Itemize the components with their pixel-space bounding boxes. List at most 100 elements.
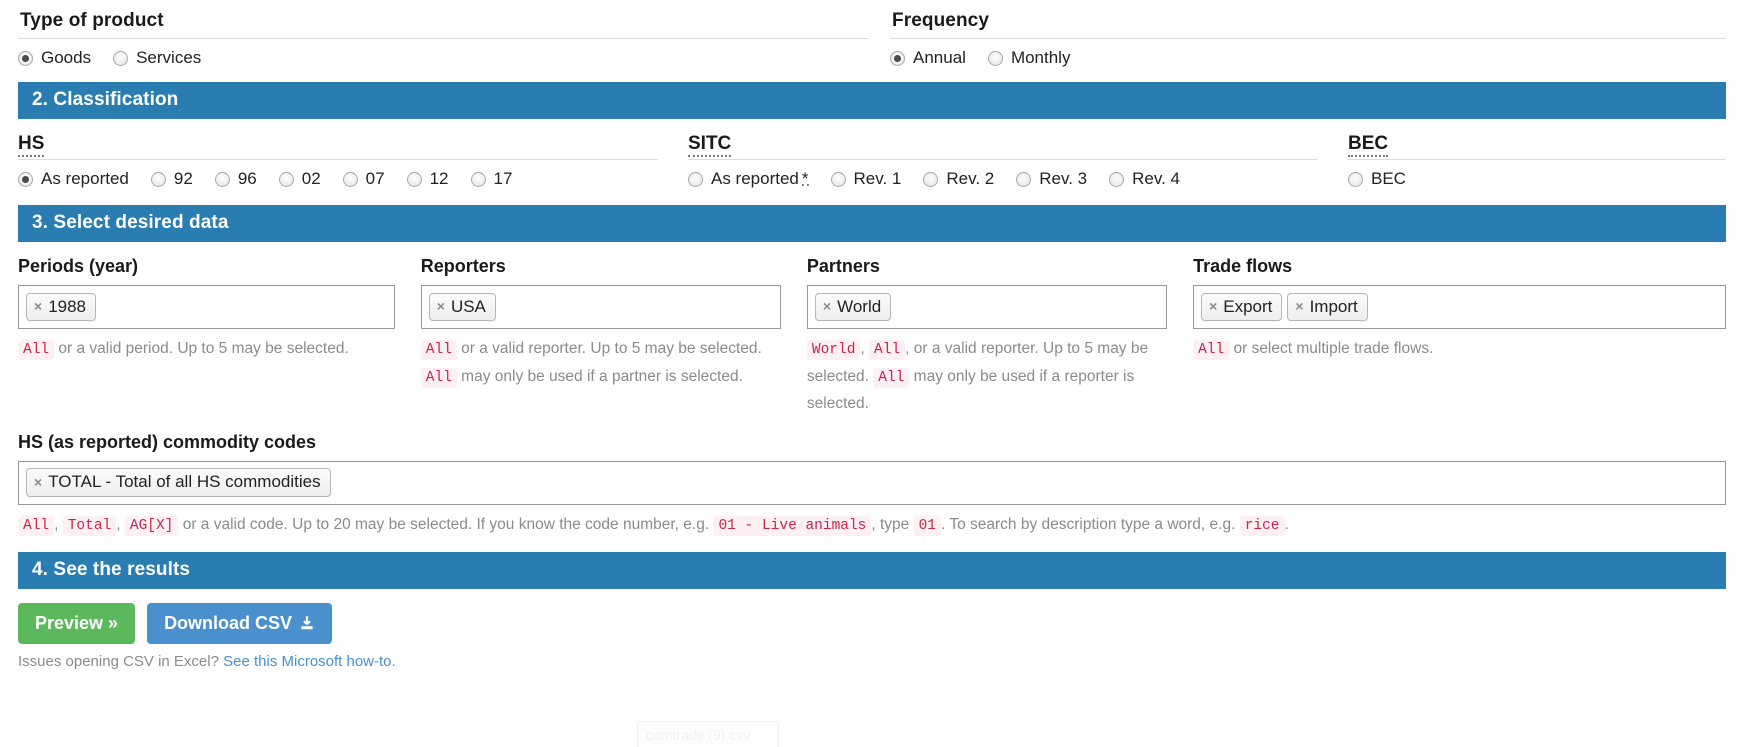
remove-icon[interactable]: × (1209, 298, 1217, 314)
token-flow-export[interactable]: × Export (1201, 292, 1283, 322)
commodity-codes-input[interactable]: × TOTAL - Total of all HS commodities (18, 460, 1726, 505)
radio-label: 92 (173, 169, 193, 188)
reporters-group: Reporters × USA All or a valid reporter.… (420, 256, 807, 418)
radio-label: 02 (301, 169, 321, 188)
download-bar-filename: comtrade (9).csv (646, 726, 751, 743)
action-buttons-row: Preview » Download CSV (18, 603, 1726, 644)
token-flow-import[interactable]: × Import (1287, 292, 1368, 322)
trade-flows-group: Trade flows × Export × Import All or sel… (1193, 256, 1726, 418)
help-code-token: World (806, 340, 861, 360)
radio-dot-icon (18, 50, 33, 66)
radio-dot-icon (470, 171, 486, 187)
help-code-token: Total (62, 515, 117, 536)
remove-icon[interactable]: × (1295, 298, 1303, 314)
token-reporter-usa[interactable]: × USA (428, 292, 496, 322)
radio-sitc-rev1[interactable]: Rev. 1 (830, 169, 902, 189)
radio-label: 96 (237, 169, 257, 188)
token-period-1988[interactable]: × 1988 (26, 292, 97, 322)
radio-hs-17[interactable]: 17 (470, 169, 512, 189)
partners-help-text: World, All, or a valid reporter. Up to 5… (806, 340, 1149, 412)
frequency-group: Frequency Annual Monthly (890, 10, 1726, 68)
token-label: Export (1223, 296, 1273, 316)
remove-icon[interactable]: × (823, 298, 831, 314)
help-code-token: AG[X] (124, 515, 179, 536)
radio-dot-icon (987, 50, 1003, 66)
comtrade-data-extraction-page: Type of product Goods Services Frequency (0, 0, 1744, 747)
radio-label: Rev. 4 (1132, 169, 1181, 188)
radio-dot-icon (1348, 171, 1363, 187)
radio-hs-96[interactable]: 96 (214, 169, 257, 189)
bec-label: BEC (1348, 133, 1389, 157)
periods-label: Periods (year) (18, 256, 139, 276)
radio-sitc-rev4[interactable]: Rev. 4 (1109, 169, 1180, 189)
token-label: TOTAL - Total of all HS commodities (48, 472, 321, 492)
token-partner-world[interactable]: × World (814, 292, 892, 322)
frequency-radios: Annual Monthly (890, 48, 1726, 68)
radio-label: BEC (1371, 169, 1406, 188)
help-code-token: All (873, 367, 910, 388)
reporters-help-text: All or a valid reporter. Up to 5 may be … (420, 336, 781, 391)
radio-hs-as-reported[interactable]: As reported (18, 169, 129, 189)
reporters-input[interactable]: × USA (420, 285, 781, 329)
results-group: Preview » Download CSV Issues opening CS… (0, 603, 1744, 670)
partners-input[interactable]: × World (806, 285, 1168, 329)
bec-group: BEC BEC (1348, 133, 1726, 189)
type-of-product-group: Type of product Goods Services (18, 10, 890, 68)
classification-bar-wrap: 2. Classification (0, 82, 1744, 119)
radio-hs-07[interactable]: 07 (342, 169, 385, 189)
token-label: USA (450, 296, 486, 316)
reporters-label: Reporters (420, 256, 506, 276)
download-icon (299, 615, 315, 631)
divider (1348, 159, 1726, 160)
frequency-title: Frequency (892, 10, 989, 31)
help-code-token: All (18, 340, 55, 360)
csv-help-text: Issues opening CSV in Excel? (18, 653, 224, 670)
type-of-product-radios: Goods Services (18, 48, 868, 68)
radio-sitc-rev3[interactable]: Rev. 3 (1016, 169, 1087, 189)
radio-sitc-rev2[interactable]: Rev. 2 (923, 169, 994, 189)
radio-dot-icon (1016, 171, 1032, 187)
download-csv-label: Download CSV (164, 613, 293, 633)
remove-icon[interactable]: × (437, 298, 445, 314)
remove-icon[interactable]: × (34, 298, 42, 314)
download-csv-button[interactable]: Download CSV (147, 603, 333, 644)
radio-services[interactable]: Services (113, 48, 201, 68)
help-code-token: All (18, 515, 55, 536)
help-code-token: All (1193, 340, 1230, 360)
trade-flows-input[interactable]: × Export × Import (1193, 285, 1726, 329)
radio-monthly[interactable]: Monthly (987, 48, 1070, 68)
periods-input[interactable]: × 1988 (18, 285, 395, 329)
radio-sitc-as-reported[interactable]: As reported * (688, 169, 809, 189)
trade-flows-label: Trade flows (1193, 256, 1293, 276)
select-data-row: Periods (year) × 1988 All or a valid per… (0, 242, 1744, 418)
radio-hs-92[interactable]: 92 (150, 169, 193, 189)
radio-annual[interactable]: Annual (890, 48, 966, 68)
commodity-codes-group: HS (as reported) commodity codes × TOTAL… (0, 432, 1744, 540)
radio-hs-12[interactable]: 12 (406, 169, 449, 189)
radio-dot-icon (150, 171, 166, 187)
radio-label: Rev. 1 (853, 169, 902, 188)
radio-annual-label: Annual (913, 48, 966, 67)
commodity-codes-help-text: All, Total, AG[X] or a valid code. Up to… (18, 512, 1726, 540)
radio-dot-icon (923, 171, 939, 187)
radio-label: 12 (429, 169, 449, 188)
radio-hs-02[interactable]: 02 (278, 169, 321, 189)
microsoft-how-to-link[interactable]: See this Microsoft how-to. (223, 653, 396, 670)
radio-dot-icon (18, 171, 33, 187)
radio-goods[interactable]: Goods (18, 48, 91, 68)
download-bar-item[interactable]: comtrade (9).csv (637, 721, 779, 747)
hs-label: HS (18, 133, 45, 157)
classification-row: HS As reported 92 96 02 07 12 17 SITC As… (0, 119, 1744, 189)
remove-icon[interactable]: × (34, 474, 42, 490)
partners-group: Partners × World World, All, or a valid … (806, 256, 1193, 418)
help-code-token: 01 - Live animals (713, 515, 872, 536)
section-bar-results: 4. See the results (18, 552, 1726, 589)
radio-bec[interactable]: BEC (1348, 169, 1406, 189)
token-commodity-total[interactable]: × TOTAL - Total of all HS commodities (26, 468, 331, 497)
preview-button[interactable]: Preview » (18, 603, 136, 644)
radio-label: As reported (711, 169, 799, 188)
radio-dot-icon (890, 50, 905, 66)
periods-group: Periods (year) × 1988 All or a valid per… (18, 256, 421, 418)
trade-flows-help-text: All or select multiple trade flows. (1193, 336, 1726, 364)
asterisk-tooltip-marker[interactable]: * (801, 170, 809, 187)
